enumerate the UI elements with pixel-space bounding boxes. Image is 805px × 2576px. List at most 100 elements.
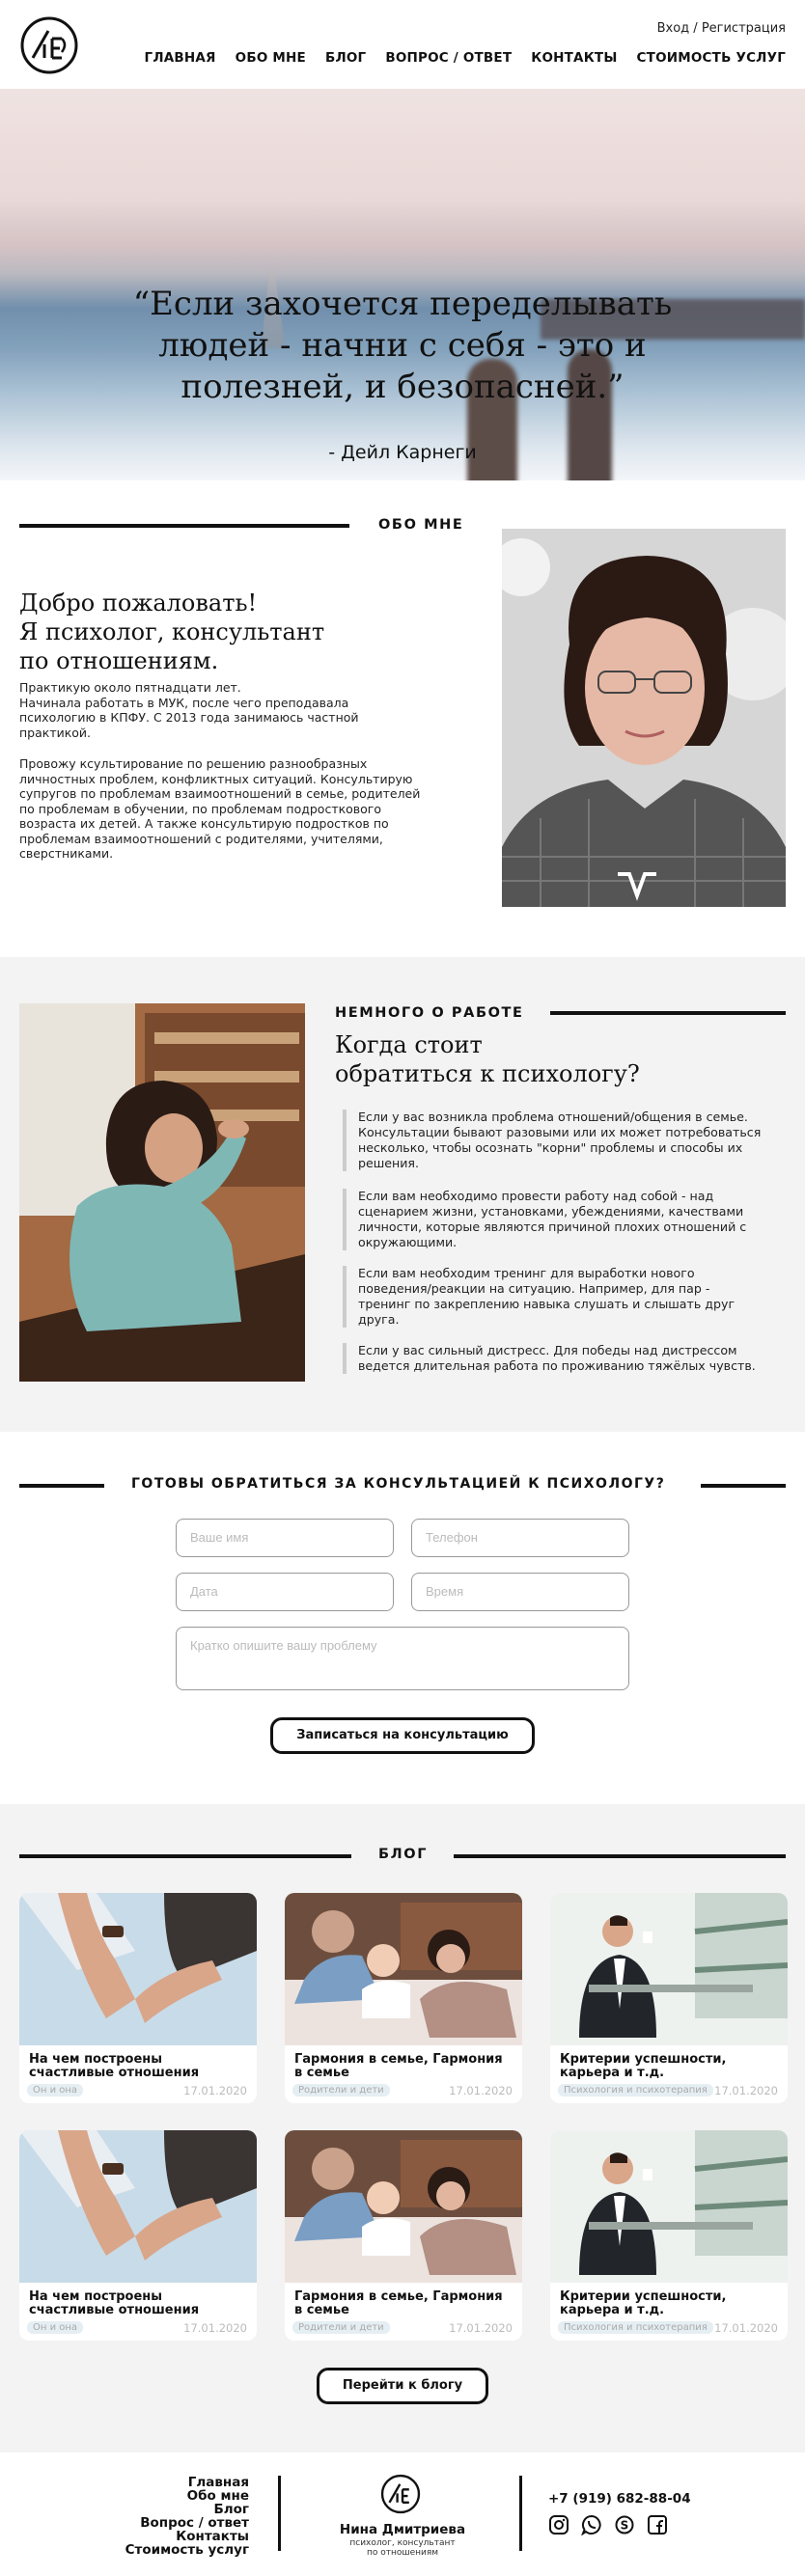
about-text-line: Практикую около пятнадцати лет. bbox=[19, 680, 241, 695]
footer-nav-contacts[interactable]: Контакты bbox=[116, 2530, 249, 2543]
blog-card-title[interactable]: На чем построены счастливые отношения bbox=[29, 2290, 251, 2317]
card-image-hands bbox=[19, 1893, 257, 2045]
footer-nav-blog[interactable]: Блог bbox=[116, 2503, 249, 2516]
work-list-item: Если вам необходим тренинг для выработки… bbox=[343, 1266, 767, 1328]
footer-nav-about[interactable]: Обо мне bbox=[116, 2489, 249, 2503]
footer-nav-faq[interactable]: Вопрос / ответ bbox=[116, 2516, 249, 2530]
blog-card-category-tag[interactable]: Родители и дети bbox=[292, 2321, 390, 2334]
about-text-line: сверстниками. bbox=[19, 846, 114, 861]
work-item-line: поведения/реакции на ситуацию. Например,… bbox=[358, 1281, 710, 1296]
about-heading-line: по отношениям. bbox=[19, 647, 219, 674]
section-divider bbox=[701, 1484, 786, 1488]
facebook-icon[interactable] bbox=[647, 2514, 668, 2535]
portrait-illustration bbox=[502, 529, 786, 907]
skype-icon[interactable]: S bbox=[614, 2514, 635, 2535]
nav-faq[interactable]: ВОПРОС / ОТВЕТ bbox=[385, 50, 512, 66]
about-text-line: психологию в КПФУ. С 2013 года занимаюсь… bbox=[19, 710, 359, 725]
quote-line: полезней, и безопасней.” bbox=[180, 368, 625, 406]
blog-card-date: 17.01.2020 bbox=[183, 2084, 247, 2097]
work-photo bbox=[19, 1003, 305, 1382]
about-paragraph-2: Провожу ксультирование по решению разноо… bbox=[19, 756, 444, 862]
phone-input[interactable]: Телефон bbox=[411, 1519, 629, 1557]
blog-card-title[interactable]: Гармония в семье, Гармония в семье bbox=[294, 2053, 516, 2080]
footer-subtitle-line: по отношениям bbox=[366, 2548, 439, 2558]
work-section-title: НЕМНОГО О РАБОТЕ bbox=[335, 1005, 524, 1021]
date-input[interactable]: Дата bbox=[176, 1573, 394, 1611]
blog-card-title-line: счастливые отношения bbox=[29, 2066, 200, 2080]
blog-card-image[interactable] bbox=[550, 2130, 788, 2283]
work-item-line: Если у вас возникла проблема отношений/о… bbox=[358, 1110, 748, 1124]
work-item-line: решения. bbox=[358, 1156, 420, 1170]
about-heading-line: Я психолог, консультант bbox=[19, 618, 325, 645]
about-text-line: Начинала работать в МУК, после чего преп… bbox=[19, 695, 349, 710]
auth-separator: / bbox=[689, 21, 702, 36]
blog-card-title[interactable]: Критерии успешности, карьера и т.д. bbox=[560, 2290, 782, 2317]
blog-card-title-line: карьера и т.д. bbox=[560, 2303, 665, 2317]
nav-prices[interactable]: СТОИМОСТЬ УСЛУГ bbox=[637, 50, 786, 66]
about-text-line: супругов по проблемам взаимоотношений в … bbox=[19, 786, 421, 801]
work-list-item: Если у вас возникла проблема отношений/о… bbox=[343, 1110, 767, 1171]
whatsapp-icon[interactable] bbox=[581, 2514, 602, 2535]
nav-blog[interactable]: БЛОГ bbox=[325, 50, 366, 66]
quote-line: людей - начни с себя - это и bbox=[158, 326, 647, 365]
consultation-form-section: ГОТОВЫ ОБРАТИТЬСЯ ЗА КОНСУЛЬТАЦИЕЙ К ПСИ… bbox=[0, 1432, 805, 1804]
nav-contacts[interactable]: КОНТАКТЫ bbox=[531, 50, 617, 66]
blog-card[interactable]: Критерии успешности, карьера и т.д. Психол… bbox=[550, 1893, 788, 2103]
card-image-family bbox=[285, 2130, 522, 2283]
blog-card-category-tag[interactable]: Психология и психотерапия bbox=[558, 2321, 713, 2334]
blog-section: БЛОГ На чем построены счастливые отношени… bbox=[0, 1804, 805, 2453]
work-list-item: Если у вас сильный дистресс. Для победы … bbox=[343, 1343, 767, 1374]
blog-card-title-line: На чем построены bbox=[29, 2052, 163, 2067]
blog-card-image[interactable] bbox=[19, 2130, 257, 2283]
footer-nav: Главная Обо мне Блог Вопрос / ответ Конт… bbox=[116, 2476, 249, 2557]
logo-icon[interactable] bbox=[19, 15, 79, 75]
login-link[interactable]: Вход bbox=[657, 21, 690, 36]
section-divider bbox=[19, 524, 349, 528]
hero-slider: “Если захочется переделывать людей - нач… bbox=[0, 89, 805, 480]
about-heading-line: Добро пожаловать! bbox=[19, 589, 258, 617]
problem-textarea[interactable]: Кратко опишите вашу проблему bbox=[176, 1627, 629, 1690]
section-divider bbox=[550, 1011, 786, 1015]
work-item-line: Если у вас сильный дистресс. Для победы … bbox=[358, 1343, 737, 1357]
blog-card[interactable]: Критерии успешности, карьера и т.д. Психол… bbox=[550, 2130, 788, 2341]
submit-consultation-button[interactable]: Записаться на консультацию bbox=[270, 1717, 535, 1754]
footer-nav-prices[interactable]: Стоимость услуг bbox=[116, 2543, 249, 2557]
blog-card[interactable]: На чем построены счастливые отношения Он и… bbox=[19, 2130, 257, 2341]
blog-card-image[interactable] bbox=[19, 1893, 257, 2045]
blog-card-category-tag[interactable]: Психология и психотерапия bbox=[558, 2084, 713, 2096]
blog-card-image[interactable] bbox=[550, 1893, 788, 2045]
nav-home[interactable]: ГЛАВНАЯ bbox=[145, 50, 216, 66]
about-text-line: практикой. bbox=[19, 725, 92, 740]
blog-card-category-tag[interactable]: Он и она bbox=[27, 2084, 84, 2096]
blog-card-category-tag[interactable]: Родители и дети bbox=[292, 2084, 390, 2096]
site-footer: Главная Обо мне Блог Вопрос / ответ Конт… bbox=[0, 2453, 805, 2576]
card-image-business bbox=[550, 2130, 788, 2283]
blog-card-title-line: счастливые отношения bbox=[29, 2303, 200, 2317]
blog-card[interactable]: На чем построены счастливые отношения Он и… bbox=[19, 1893, 257, 2103]
site-header: Вход / Регистрация ГЛАВНАЯ ОБО МНЕ БЛОГ … bbox=[0, 0, 805, 89]
instagram-icon[interactable] bbox=[548, 2514, 569, 2535]
footer-subtitle: психолог, консультант по отношениям bbox=[309, 2538, 496, 2558]
footer-phone[interactable]: +7 (919) 682-88-04 bbox=[548, 2491, 691, 2507]
blog-card-category-tag[interactable]: Он и она bbox=[27, 2321, 84, 2334]
about-text-line: Провожу ксультирование по решению разноо… bbox=[19, 756, 368, 771]
nav-about[interactable]: ОБО МНЕ bbox=[236, 50, 306, 66]
blog-card-image[interactable] bbox=[285, 1893, 522, 2045]
footer-nav-home[interactable]: Главная bbox=[116, 2476, 249, 2489]
blog-card-image[interactable] bbox=[285, 2130, 522, 2283]
register-link[interactable]: Регистрация bbox=[702, 21, 786, 36]
time-input[interactable]: Время bbox=[411, 1573, 629, 1611]
blog-card-date: 17.01.2020 bbox=[714, 2321, 778, 2335]
go-to-blog-button[interactable]: Перейти к блогу bbox=[317, 2368, 488, 2404]
blog-card-title[interactable]: Критерии успешности, карьера и т.д. bbox=[560, 2053, 782, 2080]
blog-card[interactable]: Гармония в семье, Гармония в семье Родител… bbox=[285, 2130, 522, 2341]
about-text-line: личностных проблем, конфликтных ситуаций… bbox=[19, 771, 413, 786]
blog-card-title-line: Критерии успешности, bbox=[560, 2289, 727, 2304]
blog-card-title[interactable]: На чем построены счастливые отношения bbox=[29, 2053, 251, 2080]
name-input[interactable]: Ваше имя bbox=[176, 1519, 394, 1557]
blog-card[interactable]: Гармония в семье, Гармония в семье Родител… bbox=[285, 1893, 522, 2103]
work-item-line: Если вам необходим тренинг для выработки… bbox=[358, 1266, 695, 1280]
about-section-title: ОБО МНЕ bbox=[378, 517, 464, 533]
work-item-line: тренинг по закреплению навыка слушать и … bbox=[358, 1297, 736, 1311]
blog-card-title[interactable]: Гармония в семье, Гармония в семье bbox=[294, 2290, 516, 2317]
